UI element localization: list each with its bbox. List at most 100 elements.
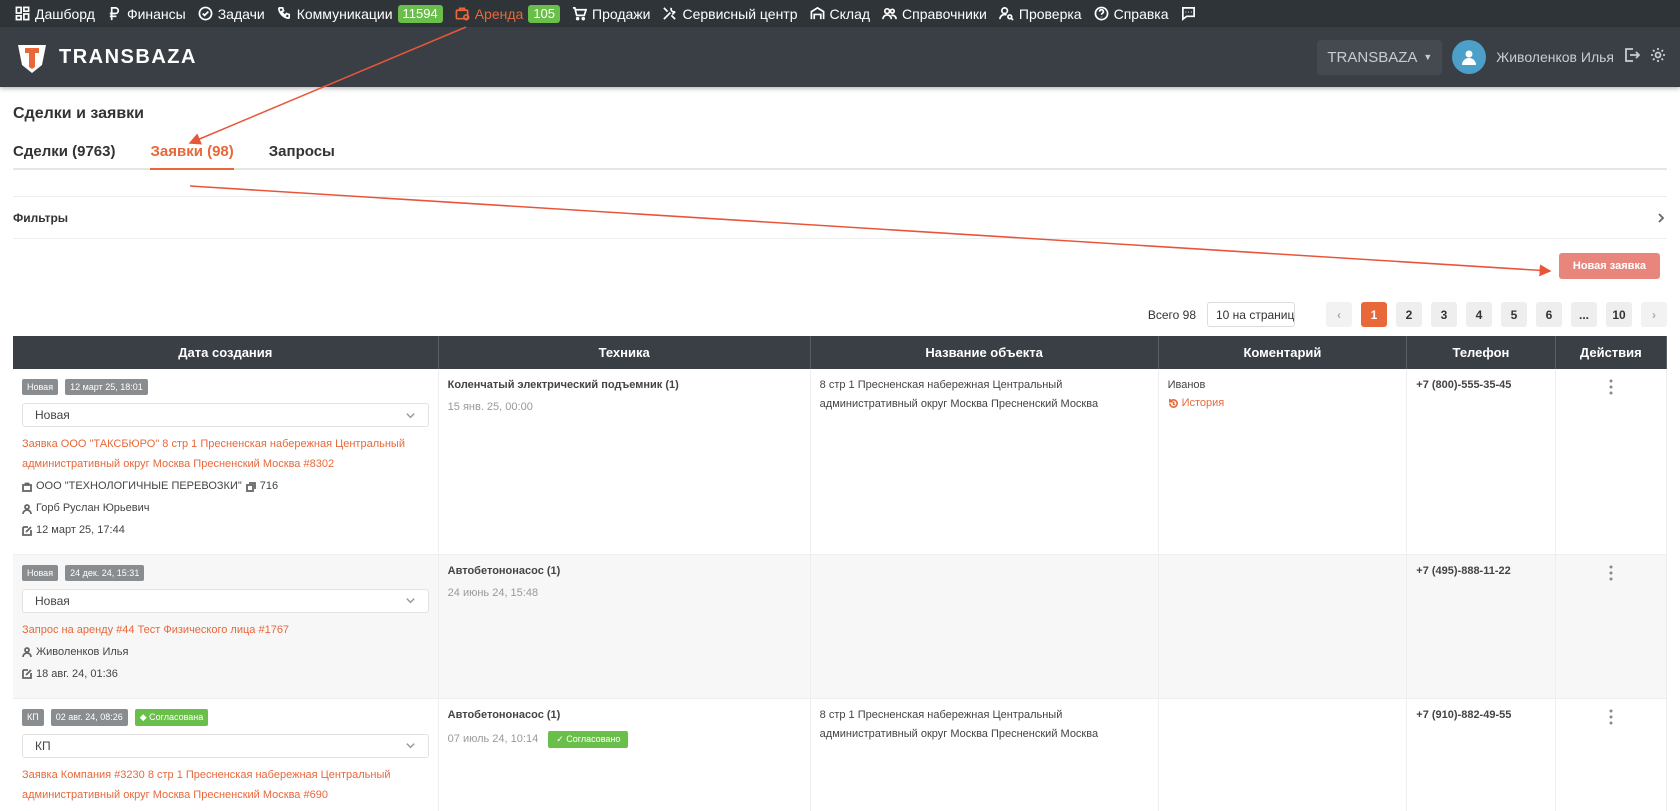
nav-label: Справка: [1113, 5, 1169, 22]
page-button-2[interactable]: 2: [1396, 302, 1422, 327]
check-circle-icon: [198, 6, 213, 21]
date-badge: 24 дек. 24, 15:31: [65, 564, 145, 581]
chevron-down-icon: [405, 598, 415, 604]
diamond-icon: ◆: [139, 711, 150, 722]
logout-icon: [1625, 47, 1641, 62]
page-button-6[interactable]: 6: [1536, 302, 1562, 327]
logout-button[interactable]: [1624, 47, 1641, 68]
application-link[interactable]: Заявка Компания #3230 8 стр 1 Пресненска…: [22, 765, 429, 805]
app-header: TRANSBAZA TRANSBAZA ▼ Живоленков Илья: [0, 27, 1680, 87]
page-button-10[interactable]: 10: [1606, 302, 1632, 327]
company-selector[interactable]: TRANSBAZA ▼: [1317, 39, 1443, 75]
page-ellipsis[interactable]: ...: [1571, 302, 1597, 327]
edited-date: 18 авг. 24, 01:36: [36, 667, 118, 680]
gear-icon: [1651, 47, 1665, 62]
application-link[interactable]: Заявка ООО "ТАКСБЮРО" 8 стр 1 Пресненска…: [22, 434, 429, 474]
brand-name: TRANSBAZA: [59, 45, 197, 68]
column-header-created[interactable]: Дата создания: [13, 336, 439, 369]
approved-badge: ◆ Согласована: [134, 708, 209, 726]
avatar[interactable]: [1452, 40, 1487, 74]
nav-item-warehouse[interactable]: Склад: [805, 0, 876, 27]
communications-count-badge: 11594: [397, 4, 443, 23]
briefcase-icon: [22, 482, 32, 492]
nav-label: Коммуникации: [296, 5, 393, 22]
column-header-equipment[interactable]: Техника: [438, 336, 811, 369]
tab-requests[interactable]: Запросы: [269, 141, 335, 168]
nav-label: Продажи: [592, 5, 651, 22]
tab-deals[interactable]: Сделки (9763): [13, 141, 115, 168]
status-select-value: Новая: [35, 408, 70, 422]
person-name: Живоленков Илья: [36, 645, 129, 658]
nav-item-dashboard[interactable]: Дашборд: [10, 0, 100, 27]
history-link[interactable]: История: [1168, 397, 1398, 409]
nav-item-chat[interactable]: [1176, 0, 1201, 27]
column-header-phone[interactable]: Телефон: [1406, 336, 1556, 369]
copy-icon[interactable]: [245, 481, 256, 492]
status-badge: Новая: [22, 379, 59, 395]
status-badge: КП: [22, 708, 44, 726]
nav-item-directories[interactable]: Справочники: [877, 0, 992, 27]
column-header-comment[interactable]: Коментарий: [1158, 336, 1408, 369]
users-icon: [882, 7, 897, 20]
chat-icon: [1181, 7, 1195, 21]
phone-number[interactable]: +7 (910)-882-49-55: [1416, 709, 1545, 721]
nav-label: Проверка: [1018, 5, 1082, 22]
nav-item-communications[interactable]: Коммуникации 11594: [272, 0, 448, 27]
nav-label: Задачи: [217, 5, 265, 22]
equipment-name[interactable]: Коленчатый электрический подъемник (1): [448, 379, 801, 391]
nav-item-check[interactable]: Проверка: [994, 0, 1087, 27]
main-content: Сделки и заявки Сделки (9763) Заявки (98…: [0, 105, 1680, 811]
edited-date: 12 март 25, 17:44: [36, 524, 125, 536]
row-actions-button[interactable]: [1606, 379, 1616, 398]
nav-label: Аренда: [474, 5, 524, 22]
nav-item-tasks[interactable]: Задачи: [193, 0, 270, 27]
equipment-name[interactable]: Автобетононасос (1): [448, 565, 801, 577]
status-select[interactable]: Новая: [22, 588, 429, 613]
application-link[interactable]: Запрос на аренду #44 Тест Физического ли…: [22, 620, 429, 640]
brand-logo[interactable]: TRANSBAZA: [14, 39, 197, 75]
person-icon: [22, 647, 32, 657]
nav-item-help[interactable]: Справка: [1089, 0, 1174, 27]
page-button-3[interactable]: 3: [1431, 302, 1457, 327]
nav-item-finance[interactable]: Финансы: [102, 0, 191, 27]
table-row: КП 02 авг. 24, 08:26 ◆ Согласована КП За…: [13, 698, 1668, 811]
history-label: История: [1181, 397, 1225, 409]
next-page-button[interactable]: ›: [1641, 302, 1667, 327]
user-icon: [1462, 50, 1477, 65]
table-row: Новая 12 март 25, 18:01 Новая Заявка ООО…: [13, 369, 1668, 555]
company-name: ООО "ТЕХНОЛОГИЧНЫЕ ПЕРЕВОЗКИ": [36, 480, 242, 492]
new-application-button[interactable]: Новая заявка: [1558, 253, 1660, 279]
phone-number[interactable]: +7 (495)-888-11-22: [1416, 565, 1545, 577]
settings-button[interactable]: [1650, 47, 1666, 68]
prev-page-button[interactable]: ‹: [1326, 302, 1352, 327]
status-select[interactable]: Новая: [22, 403, 429, 427]
history-icon: [1168, 398, 1178, 408]
page-button-1[interactable]: 1: [1361, 302, 1387, 327]
page-button-5[interactable]: 5: [1501, 302, 1527, 327]
status-select-value: Новая: [35, 593, 70, 608]
agreed-badge: ✓ Согласовано: [548, 730, 629, 748]
nav-label: Склад: [829, 5, 871, 22]
per-page-select[interactable]: 10 на странице: [1207, 302, 1295, 327]
row-actions-button[interactable]: [1606, 565, 1616, 584]
status-badge: Новая: [22, 564, 59, 581]
rent-count-badge: 105: [528, 4, 561, 23]
chevron-down-icon: [405, 743, 415, 749]
nav-item-rent[interactable]: Аренда 105: [450, 0, 565, 27]
nav-item-service-center[interactable]: Сервисный центр: [657, 0, 802, 27]
column-header-object[interactable]: Название объекта: [810, 336, 1159, 369]
applications-table: Дата создания Техника Название объекта К…: [13, 336, 1668, 811]
equipment-name[interactable]: Автобетононасос (1): [448, 709, 801, 721]
filters-panel[interactable]: Фильтры: [13, 196, 1667, 239]
warehouse-icon: [810, 6, 824, 20]
phone-number[interactable]: +7 (800)-555-35-45: [1416, 379, 1545, 391]
tab-applications[interactable]: Заявки (98): [150, 141, 235, 170]
nav-label: Справочники: [902, 5, 987, 22]
company-name: TRANSBAZA: [1327, 48, 1418, 66]
nav-item-sales[interactable]: Продажи: [567, 0, 655, 27]
page-button-4[interactable]: 4: [1466, 302, 1492, 327]
status-select[interactable]: КП: [22, 733, 429, 758]
row-actions-button[interactable]: [1606, 709, 1616, 728]
ruble-icon: [109, 7, 119, 21]
nav-label: Сервисный центр: [682, 5, 798, 22]
